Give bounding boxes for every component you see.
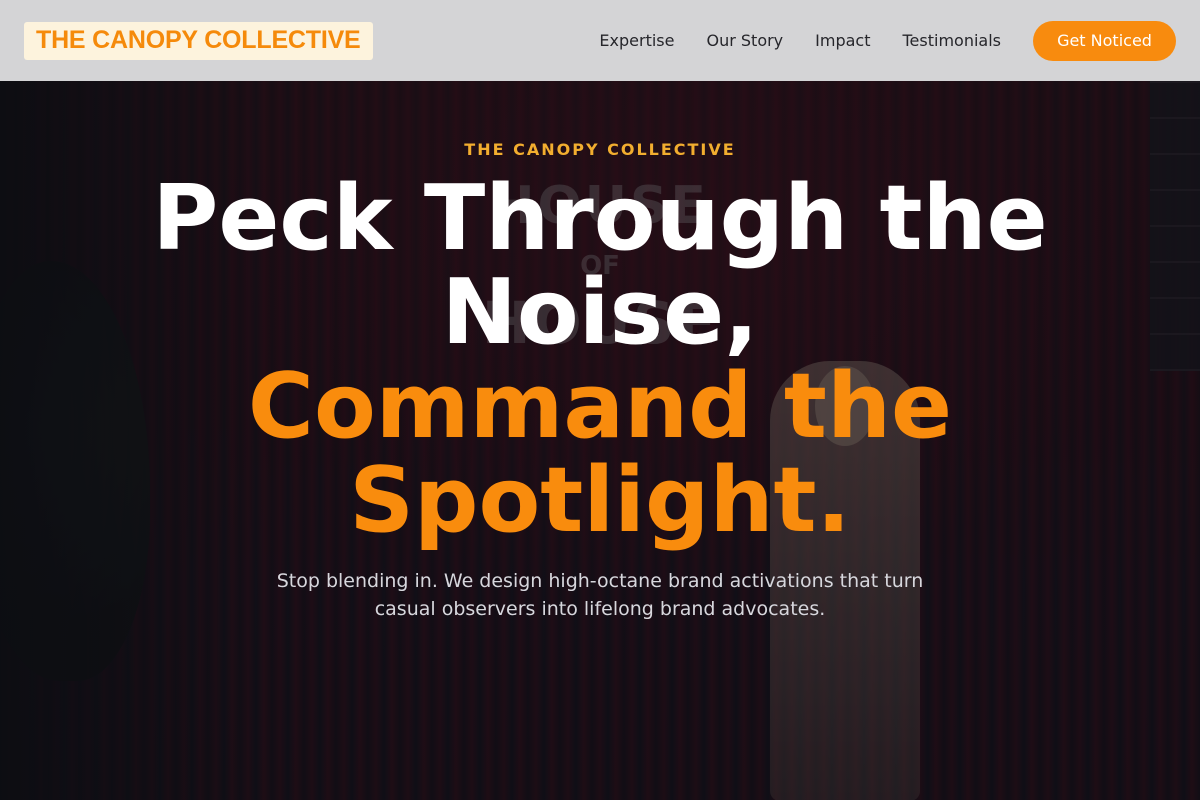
hero-subtext: Stop blending in. We design high-octane … <box>276 570 924 620</box>
nav-link-impact[interactable]: Impact <box>815 31 870 50</box>
hero-headline: Peck Through the Noise, Command the Spot… <box>0 172 1200 548</box>
headline-accent-line: Command the <box>247 354 953 459</box>
nav-bar: Expertise Our Story Impact Testimonials … <box>599 20 1176 61</box>
headline-line: Peck Through the <box>152 166 1048 271</box>
nav-link-expertise[interactable]: Expertise <box>599 31 674 50</box>
site-header: THE CANOPY COLLECTIVE Expertise Our Stor… <box>0 0 1200 81</box>
nav-link-our-story[interactable]: Our Story <box>706 31 783 50</box>
headline-accent-line: Spotlight. <box>349 448 851 553</box>
hero-eyebrow: THE CANOPY COLLECTIVE <box>464 140 736 159</box>
brand-logo[interactable]: THE CANOPY COLLECTIVE <box>24 21 373 60</box>
headline-line: Noise, <box>441 260 759 365</box>
nav-link-testimonials[interactable]: Testimonials <box>903 31 1002 50</box>
get-noticed-button[interactable]: Get Noticed <box>1033 20 1176 61</box>
hero-content: THE CANOPY COLLECTIVE Peck Through the N… <box>0 81 1200 623</box>
nav-links: Expertise Our Story Impact Testimonials <box>599 31 1001 50</box>
